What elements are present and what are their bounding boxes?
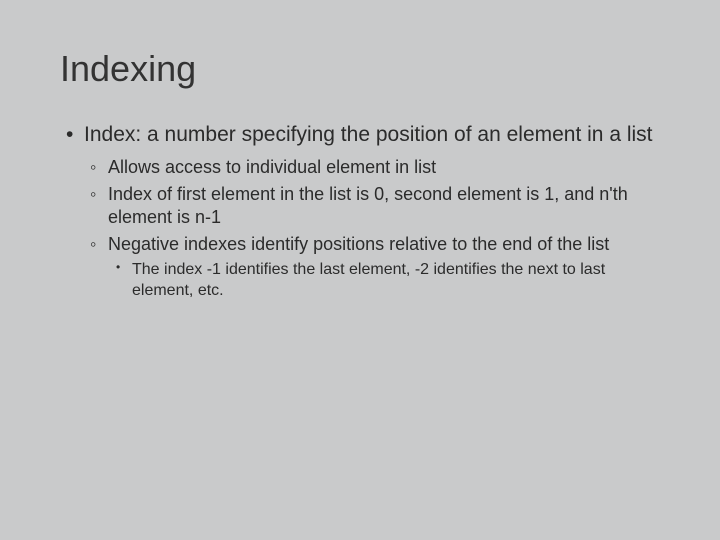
bullet-level3: The index -1 identifies the last element… (60, 260, 660, 302)
bullet-level2: Index of first element in the list is 0,… (60, 183, 660, 229)
slide-title: Indexing (60, 48, 660, 90)
bullet-level1: Index: a number specifying the position … (60, 122, 660, 148)
bullet-level2: Negative indexes identify positions rela… (60, 233, 660, 256)
bullet-level2: Allows access to individual element in l… (60, 156, 660, 179)
slide: Indexing Index: a number specifying the … (0, 0, 720, 540)
